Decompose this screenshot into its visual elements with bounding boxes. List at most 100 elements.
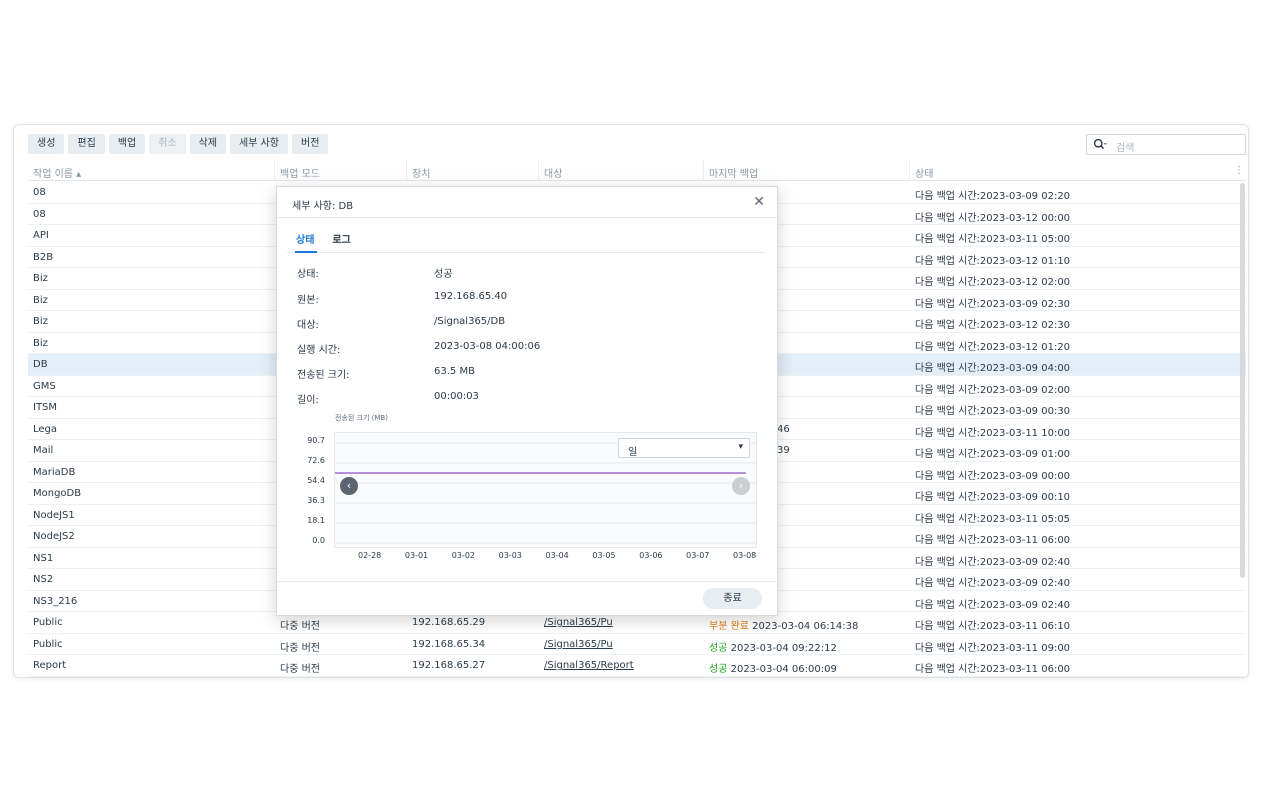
task-name-cell: Mail	[33, 445, 54, 456]
y-tick-label: 90.7	[307, 436, 325, 445]
task-name-cell: Public	[33, 617, 63, 628]
field-value-run-time: 2023-03-08 04:00:06	[434, 341, 541, 352]
status-cell: 다음 백업 시간:2023-03-09 02:00	[915, 384, 1071, 396]
col-last-backup[interactable]: 마지막 백업	[709, 165, 758, 180]
x-tick-label: 03-05	[592, 551, 616, 560]
backup-mode-cell: 다중 버전	[280, 664, 320, 675]
task-name-cell: NS2	[33, 574, 54, 585]
last-backup-time: 2023-03-04 06:14:38	[752, 621, 859, 632]
backup-button[interactable]: 백업	[108, 134, 146, 154]
col-target[interactable]: 대상	[544, 165, 562, 180]
close-button[interactable]: 종료	[703, 588, 762, 609]
field-label-status: 상태:	[297, 269, 319, 280]
col-task-name[interactable]: 작업 이름 ▴	[33, 165, 81, 180]
details-button[interactable]: 세부 사항	[230, 134, 289, 154]
device-cell: 192.168.65.34	[412, 638, 486, 650]
status-cell: 다음 백업 시간:2023-03-09 04:00	[915, 363, 1071, 374]
last-backup-time: 2023-03-04 06:00:09	[730, 664, 837, 675]
tab-divider	[287, 252, 765, 253]
edit-button[interactable]: 편집	[68, 134, 105, 154]
field-value-status: 성공	[434, 269, 453, 280]
status-cell: 다음 백업 시간:2023-03-11 05:00	[915, 234, 1071, 245]
device-cell: 192.168.65.29	[412, 617, 486, 628]
device-cell: 192.168.65.27	[412, 660, 486, 671]
task-name-cell: Biz	[33, 273, 48, 284]
table-row[interactable]: Report 다중 버전 192.168.65.27/Signal365/Repor…	[28, 655, 1246, 677]
x-tick-label: 03-06	[639, 551, 663, 560]
last-result-badge: 부분 완료	[709, 621, 749, 632]
status-cell: 다음 백업 시간:2023-03-11 09:00	[915, 642, 1071, 654]
chevron-down-icon: ▾	[738, 442, 743, 452]
status-cell: 다음 백업 시간:2023-03-11 05:05	[915, 513, 1071, 525]
table-scrollbar[interactable]	[1240, 183, 1245, 578]
status-cell: 다음 백업 시간:2023-03-09 01:00	[915, 449, 1071, 460]
y-tick-label: 54.4	[307, 476, 325, 486]
target-link[interactable]: /Signal365/Pu	[544, 639, 613, 650]
task-name-cell: ITSM	[33, 402, 58, 413]
search-input[interactable]: 검색	[1116, 139, 1134, 154]
tab-log[interactable]: 로그	[332, 231, 350, 246]
status-cell: 다음 백업 시간:2023-03-09 02:40	[915, 556, 1071, 568]
task-name-cell: Public	[33, 638, 63, 650]
toolbar: 생성 편집 백업 취소 삭제 세부 사항 버전	[28, 134, 329, 156]
x-tick-label: 03-07	[686, 551, 710, 560]
field-label-source: 원본:	[297, 295, 319, 306]
task-name-cell: API	[33, 230, 49, 241]
field-value-duration: 00:00:03	[434, 391, 479, 402]
chevron-right-icon[interactable]: ›	[732, 477, 750, 495]
status-cell: 다음 백업 시간:2023-03-09 00:00	[915, 470, 1071, 482]
close-icon[interactable]: ✕	[753, 194, 765, 210]
last-backup-cell: 성공 2023-03-04 06:00:09	[709, 660, 837, 675]
status-cell: 다음 백업 시간:2023-03-09 02:40	[915, 599, 1071, 611]
task-name-cell: NS3_216	[33, 595, 78, 607]
y-tick-label: 0.0	[312, 536, 325, 545]
status-cell: 다음 백업 시간:2023-03-09 00:30	[915, 406, 1071, 417]
task-name-cell: GMS	[33, 380, 56, 392]
column-divider[interactable]	[538, 160, 539, 181]
status-cell: 다음 백업 시간:2023-03-09 02:20	[915, 191, 1071, 202]
table-row[interactable]: Public 다중 버전 192.168.65.34/Signal365/Pu 성공 …	[28, 634, 1246, 655]
column-divider[interactable]	[274, 160, 275, 181]
last-backup-cell: 성공 2023-03-04 09:22:12	[709, 639, 837, 654]
status-cell: 다음 백업 시간:2023-03-11 06:00	[915, 664, 1071, 675]
divider	[277, 581, 777, 582]
column-divider[interactable]	[909, 160, 910, 181]
y-tick-label: 18.1	[307, 516, 325, 526]
chevron-left-icon[interactable]: ‹	[340, 477, 358, 495]
last-result-badge: 성공	[709, 664, 728, 675]
status-cell: 다음 백업 시간:2023-03-09 02:40	[915, 578, 1071, 589]
task-name-cell: Biz	[33, 316, 48, 327]
column-menu-icon[interactable]: ⋮	[1234, 165, 1244, 176]
column-divider[interactable]	[703, 160, 704, 181]
status-cell: 다음 백업 시간:2023-03-12 01:10	[915, 255, 1071, 267]
field-label-transferred-size: 전송된 크기:	[297, 370, 350, 381]
create-button[interactable]: 생성	[28, 134, 65, 154]
period-dropdown-value: 일	[628, 447, 638, 458]
task-name-cell: Biz	[33, 337, 48, 349]
task-name-cell: NodeJS2	[33, 531, 75, 542]
last-backup-time: 2023-03-04 09:22:12	[730, 642, 837, 654]
task-name-cell: 08	[33, 187, 46, 198]
y-tick-label: 72.6	[307, 455, 325, 465]
status-cell: 다음 백업 시간:2023-03-09 02:30	[915, 298, 1071, 310]
period-dropdown[interactable]: 일 ▾	[618, 438, 750, 458]
column-divider[interactable]	[406, 160, 407, 181]
field-value-target: /Signal365/DB	[434, 316, 506, 327]
target-link[interactable]: /Signal365/Pu	[544, 617, 613, 628]
search-field[interactable]: 검색	[1086, 134, 1246, 155]
last-backup-cell: 부분 완료 2023-03-04 06:14:38	[709, 617, 858, 632]
task-name-cell: Report	[33, 660, 67, 671]
x-tick-label: 03-08	[733, 551, 757, 560]
cancel-button[interactable]: 취소	[149, 134, 186, 154]
target-link[interactable]: /Signal365/Report	[544, 660, 634, 671]
status-cell: 다음 백업 시간:2023-03-12 02:30	[915, 320, 1071, 331]
col-status[interactable]: 상태	[915, 165, 933, 180]
status-cell: 다음 백업 시간:2023-03-11 06:00	[915, 535, 1071, 546]
tab-status[interactable]: 상태	[296, 231, 314, 246]
delete-button[interactable]: 삭제	[189, 134, 227, 154]
task-name-cell: MariaDB	[33, 466, 76, 478]
version-button[interactable]: 버전	[292, 134, 329, 154]
col-device[interactable]: 장치	[412, 165, 430, 180]
col-backup-mode[interactable]: 백업 모드	[280, 165, 320, 180]
x-tick-label: 03-01	[404, 551, 429, 560]
